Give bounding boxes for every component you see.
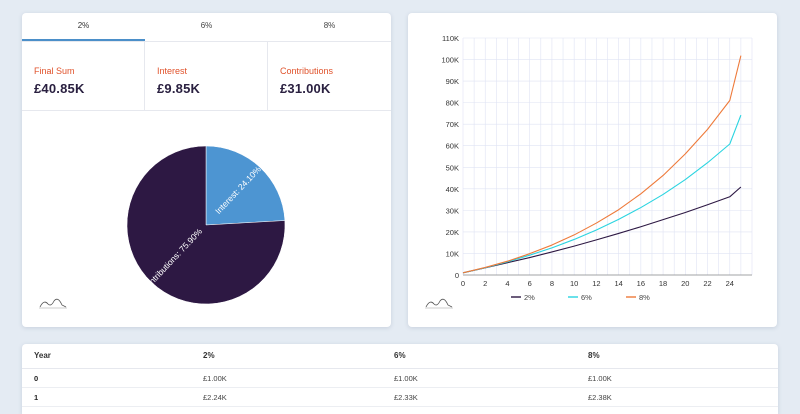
header-year: Year <box>34 351 51 360</box>
x-tick-label: 6 <box>528 279 532 288</box>
y-tick-label: 110K <box>442 34 459 43</box>
stat-value: £40.85K <box>34 81 85 96</box>
x-tick-label: 16 <box>637 279 645 288</box>
series-line <box>462 55 742 274</box>
y-tick-label: 50K <box>446 163 459 172</box>
stat-label: Contributions <box>280 66 334 76</box>
table-header: Year 2% 6% 8% <box>22 344 778 369</box>
stat-label: Interest <box>157 66 188 76</box>
chart-logo-icon <box>425 298 453 309</box>
header-2-percent: 2% <box>203 351 215 360</box>
y-tick-label: 70K <box>446 120 459 129</box>
header-6-percent: 6% <box>394 351 406 360</box>
legend-label[interactable]: 6% <box>581 293 592 302</box>
growth-chart-card: 0 10K 20K 30K 40K 50K 60K 70K 80K 90K 100K 110K 0 2 4 6… <box>408 13 777 327</box>
y-tick-label: 10K <box>446 249 459 258</box>
x-tick-label: 2 <box>483 279 487 288</box>
tab-8-percent[interactable]: 8% <box>268 13 391 41</box>
x-tick-label: 4 <box>505 279 509 288</box>
stat-contributions: Contributions £31.00K <box>268 42 391 110</box>
x-tick-label: 0 <box>461 279 465 288</box>
series-line <box>462 186 742 274</box>
x-tick-label: 14 <box>614 279 622 288</box>
stat-interest: Interest £9.85K <box>145 42 268 110</box>
summary-stats: Final Sum £40.85K Interest £9.85K Contri… <box>22 42 391 111</box>
stat-label: Final Sum <box>34 66 75 76</box>
tab-2-percent[interactable]: 2% <box>22 13 145 41</box>
cell-2-percent: £1.00K <box>203 374 227 383</box>
cell-8-percent: £2.38K <box>588 393 612 402</box>
y-tick-label: 0 <box>455 271 459 280</box>
rate-tabs: 2% 6% 8% <box>22 13 391 42</box>
x-tick-label: 8 <box>550 279 554 288</box>
y-tick-label: 100K <box>441 56 459 65</box>
cell-8-percent: £1.00K <box>588 374 612 383</box>
y-tick-label: 30K <box>446 206 459 215</box>
results-card: 2% 6% 8% Final Sum £40.85K Interest £9.8… <box>22 13 391 327</box>
legend-label[interactable]: 8% <box>639 293 650 302</box>
y-tick-label: 80K <box>446 99 459 108</box>
x-tick-label: 20 <box>681 279 689 288</box>
tab-6-percent[interactable]: 6% <box>145 13 268 41</box>
x-tick-label: 24 <box>726 279 734 288</box>
y-tick-label: 60K <box>446 142 459 151</box>
pie-chart: Interest: 24.10%Contributions: 75.90% <box>126 145 286 305</box>
legend-label[interactable]: 2% <box>524 293 535 302</box>
y-tick-label: 20K <box>446 228 459 237</box>
stat-final-sum: Final Sum £40.85K <box>22 42 145 110</box>
table-row: 1 £2.24K £2.33K £2.38K <box>22 388 778 407</box>
y-tick-label: 40K <box>446 185 459 194</box>
x-tick-label: 10 <box>570 279 578 288</box>
y-tick-label: 90K <box>446 77 459 86</box>
cell-year: 0 <box>34 374 39 383</box>
x-tick-label: 22 <box>703 279 711 288</box>
stat-value: £9.85K <box>157 81 201 96</box>
cell-year: 1 <box>34 393 39 402</box>
header-8-percent: 8% <box>588 351 600 360</box>
chart-logo-icon <box>39 298 67 309</box>
x-tick-label: 18 <box>659 279 667 288</box>
cell-6-percent: £2.33K <box>394 393 418 402</box>
cell-2-percent: £2.24K <box>203 393 227 402</box>
growth-line-chart: 010K20K30K40K50K60K70K80K90K100K110K0 2 4 6… <box>441 34 753 302</box>
table-row: 0 £1.00K £1.00K £1.00K <box>22 369 778 388</box>
yearly-table: Year 2% 6% 8% 0 £1.00K £1.00K £1.00K 1 £… <box>22 344 778 414</box>
cell-6-percent: £1.00K <box>394 374 418 383</box>
stat-value: £31.00K <box>280 81 331 96</box>
x-tick-label: 12 <box>592 279 600 288</box>
